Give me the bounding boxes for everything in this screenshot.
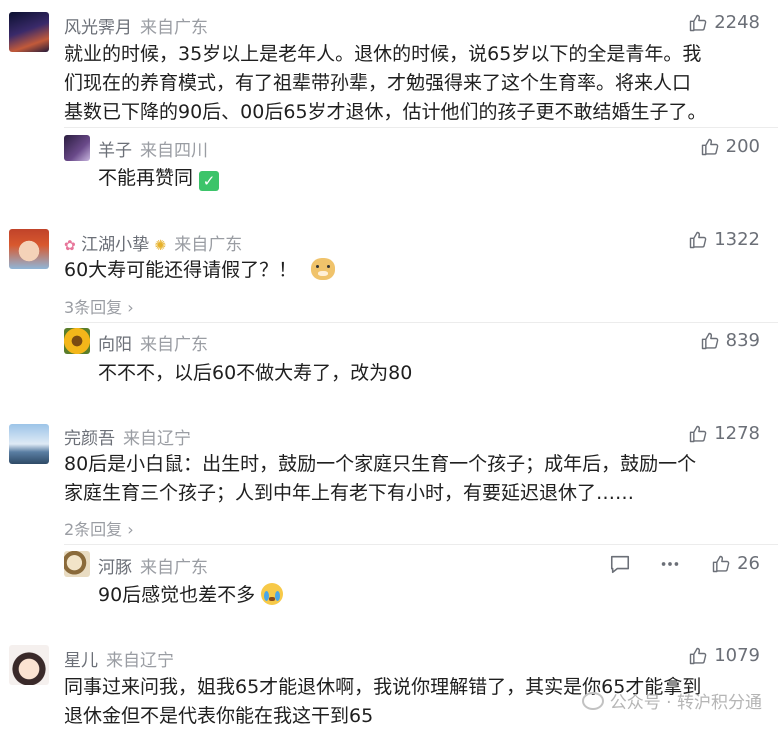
location-label: 来自辽宁	[123, 429, 191, 449]
username[interactable]: 河豚	[98, 558, 132, 578]
username[interactable]: 完颜吾	[64, 429, 115, 449]
username[interactable]: 江湖小挚	[81, 235, 149, 255]
comment-author: ✿ 江湖小挚 ✺ 来自广东	[64, 230, 242, 255]
avatar[interactable]	[9, 424, 49, 464]
like-button[interactable]: 200	[700, 136, 760, 157]
comment-item: 星儿 来自辽宁 1079 同事过来问我，姐我65才能退休啊，我说你理解错了，其实是…	[0, 635, 778, 729]
username[interactable]: 星儿	[64, 651, 98, 671]
like-count: 839	[725, 330, 760, 351]
like-button[interactable]: 839	[700, 330, 760, 351]
reply-text-content: 不能再赞同	[98, 167, 194, 189]
comment-text: 就业的时候，35岁以上是老年人。退休的时候，说65岁以下的全是青年。我 们现在的…	[64, 40, 762, 127]
avatar[interactable]	[9, 645, 49, 685]
like-count: 200	[725, 136, 760, 157]
comment-line: 60大寿可能还得请假了？！	[64, 259, 298, 281]
location-label: 来自四川	[140, 141, 208, 161]
comment-icon[interactable]	[609, 553, 631, 575]
replies-count: 3条回复	[64, 298, 123, 317]
comment-item: ✿ 江湖小挚 ✺ 来自广东 1322 60大寿可能还得请假了？！ 3条回复 › 向…	[0, 220, 778, 405]
comment-line: 80后是小白鼠：出生时，鼓励一个家庭只生育一个孩子；成年后，鼓励一个	[64, 453, 697, 475]
comment-author: 风光霁月 来自广东	[64, 13, 208, 38]
like-count: 1079	[714, 645, 760, 666]
username[interactable]: 风光霁月	[64, 18, 132, 38]
crying-emoji-icon	[261, 583, 284, 605]
comment-line: 家庭生育三个孩子；人到中年上有老下有小时，有要延迟退休了……	[64, 482, 635, 504]
watermark-text: 公众号 · 转沪积分通	[609, 693, 762, 713]
like-button[interactable]: 1278	[688, 423, 760, 444]
reply-text-content: 90后感觉也差不多	[98, 584, 256, 606]
comment-item: 风光霁月 来自广东 2248 就业的时候，35岁以上是老年人。退休的时候，说65岁…	[0, 0, 778, 220]
like-button[interactable]: 2248	[688, 12, 760, 33]
thumbs-up-icon	[689, 647, 707, 664]
sunflower-icon: ✺	[154, 238, 167, 254]
reply-text: 不能再赞同 ✓	[98, 163, 220, 191]
location-label: 来自广东	[140, 335, 208, 355]
watermark: 公众号 · 转沪积分通	[581, 688, 762, 713]
view-replies-link[interactable]: 3条回复 ›	[64, 294, 134, 318]
reply-text: 90后感觉也差不多	[98, 580, 284, 607]
like-button[interactable]: 1322	[688, 229, 760, 250]
avatar[interactable]	[9, 12, 49, 52]
username[interactable]: 羊子	[98, 141, 132, 161]
avatar[interactable]	[64, 551, 90, 577]
thumbs-up-icon	[712, 555, 730, 572]
location-label: 来自广东	[174, 235, 243, 255]
location-label: 来自广东	[140, 558, 208, 578]
reply-text: 不不不，以后60不做大寿了，改为80	[98, 362, 413, 384]
doge-emoji-icon	[311, 258, 336, 280]
wechat-icon	[581, 691, 604, 710]
avatar[interactable]	[9, 229, 49, 269]
reply-divider	[64, 127, 778, 128]
thumbs-up-icon	[701, 332, 718, 349]
like-count: 26	[737, 553, 760, 574]
username[interactable]: 向阳	[98, 335, 132, 355]
check-emoji-icon: ✓	[199, 171, 220, 191]
comment-author: 星儿 来自辽宁	[64, 646, 174, 671]
reply-author: 向阳 来自广东	[98, 330, 208, 355]
reply-author: 羊子 来自四川	[98, 136, 208, 161]
like-count: 1322	[714, 229, 760, 250]
tulip-icon: ✿	[64, 238, 76, 254]
chevron-right-icon: ›	[122, 298, 134, 317]
replies-count: 2条回复	[64, 520, 123, 539]
reply-divider	[64, 322, 778, 323]
reply-author: 河豚 来自广东	[98, 553, 208, 578]
comment-line: 就业的时候，35岁以上是老年人。退休的时候，说65岁以下的全是青年。我	[64, 43, 702, 65]
comment-author: 完颜吾 来自辽宁	[64, 424, 191, 449]
like-button[interactable]: 1079	[688, 645, 760, 666]
thumbs-up-icon	[689, 14, 707, 31]
comment-line: 们现在的养育模式，有了祖辈带孙辈，才勉强得来了这个生育率。将来人口	[64, 72, 692, 94]
thumbs-up-icon	[701, 138, 718, 155]
more-icon[interactable]	[659, 553, 681, 575]
like-count: 2248	[714, 12, 760, 33]
comment-text: 60大寿可能还得请假了？！	[64, 256, 762, 285]
thumbs-up-icon	[689, 425, 707, 442]
comment-item: 完颜吾 来自辽宁 1278 80后是小白鼠：出生时，鼓励一个家庭只生育一个孩子；成…	[0, 415, 778, 625]
chevron-right-icon: ›	[122, 520, 134, 539]
location-label: 来自辽宁	[106, 651, 174, 671]
thumbs-up-icon	[689, 231, 707, 248]
location-label: 来自广东	[140, 18, 208, 38]
avatar[interactable]	[64, 328, 90, 354]
avatar[interactable]	[64, 135, 90, 161]
view-replies-link[interactable]: 2条回复 ›	[64, 516, 134, 540]
comment-text: 80后是小白鼠：出生时，鼓励一个家庭只生育一个孩子；成年后，鼓励一个 家庭生育三…	[64, 450, 762, 508]
like-count: 1278	[714, 423, 760, 444]
reply-divider	[64, 544, 778, 545]
comment-line: 基数已下降的90后、00后65岁才退休，估计他们的孩子更不敢结婚生子了。	[64, 101, 707, 123]
like-button[interactable]: 26	[711, 553, 760, 574]
